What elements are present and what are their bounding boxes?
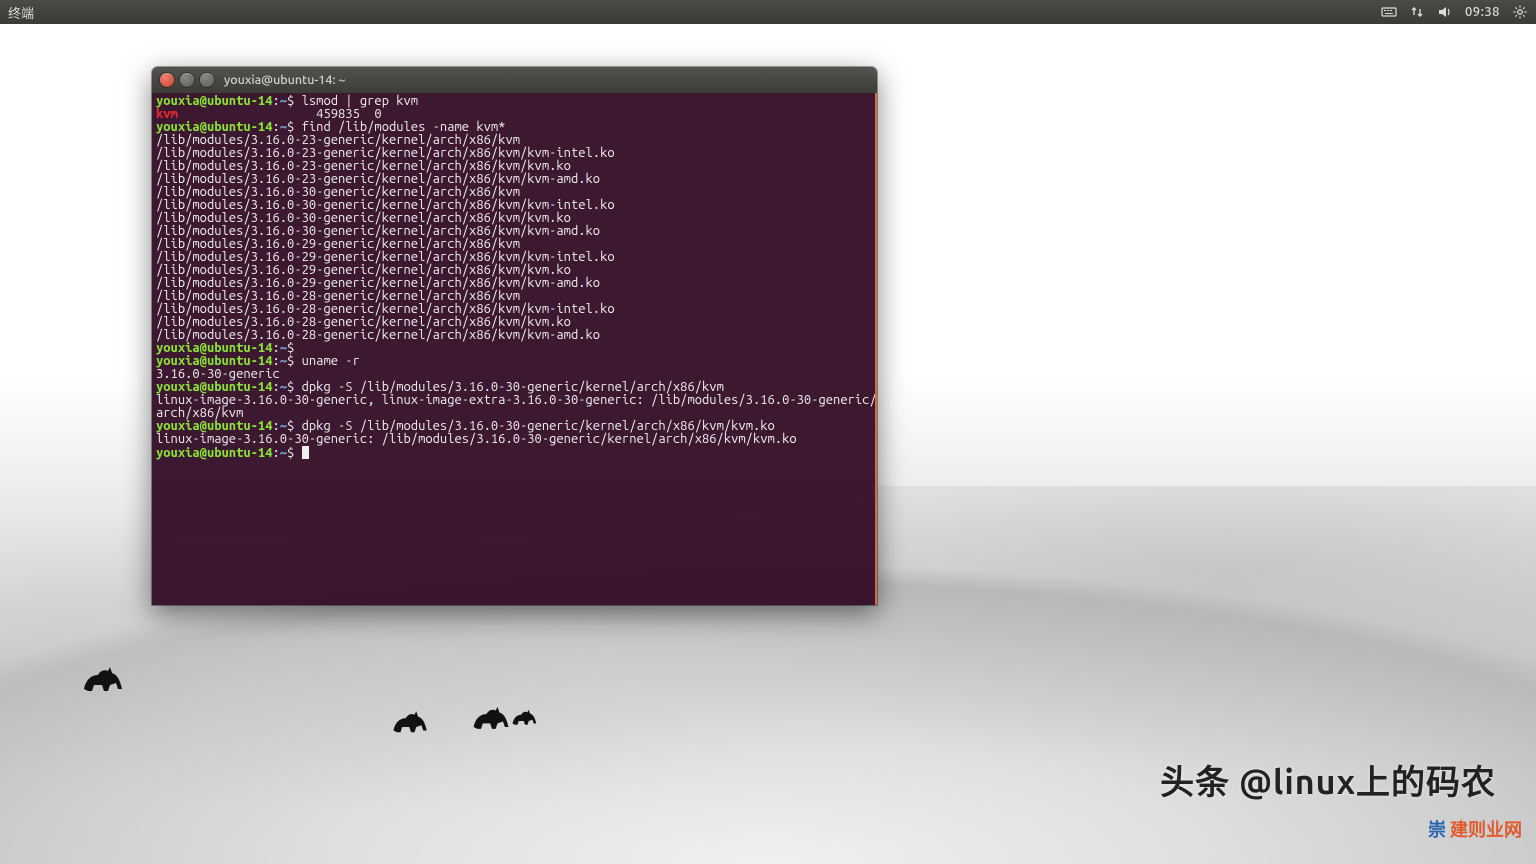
wallpaper-horse-icon bbox=[80, 659, 128, 695]
watermark-text: 头条 @linux上的码农 bbox=[1160, 755, 1496, 804]
close-button[interactable] bbox=[160, 73, 174, 87]
watermark-badge-icon: 崇 bbox=[1428, 816, 1446, 842]
window-title: youxia@ubuntu-14: ~ bbox=[224, 73, 345, 87]
active-app-label[interactable]: 终端 bbox=[8, 3, 34, 22]
desktop-wallpaper: youxia@ubuntu-14: ~ youxia@ubuntu-14:~$ … bbox=[0, 24, 1536, 864]
wallpaper-horse-icon bbox=[470, 699, 514, 733]
clock[interactable]: 09:38 bbox=[1465, 5, 1500, 19]
terminal-body[interactable]: youxia@ubuntu-14:~$ lsmod | grep kvmkvm … bbox=[152, 93, 877, 605]
keyboard-indicator-icon[interactable] bbox=[1381, 4, 1397, 20]
system-gear-icon[interactable] bbox=[1512, 4, 1528, 20]
window-titlebar[interactable]: youxia@ubuntu-14: ~ bbox=[152, 67, 877, 93]
watermark-site: 崇 建则业网 bbox=[1428, 816, 1522, 842]
terminal-window: youxia@ubuntu-14: ~ youxia@ubuntu-14:~$ … bbox=[152, 67, 877, 605]
volume-icon[interactable] bbox=[1437, 4, 1453, 20]
wallpaper-horse-icon bbox=[390, 704, 432, 736]
network-updown-icon[interactable] bbox=[1409, 4, 1425, 20]
top-panel: 终端 09:38 bbox=[0, 0, 1536, 24]
minimize-button[interactable] bbox=[180, 73, 194, 87]
maximize-button[interactable] bbox=[200, 73, 214, 87]
wallpaper-horse-icon bbox=[510, 704, 540, 728]
watermark-site-text: 建则业网 bbox=[1450, 816, 1522, 842]
